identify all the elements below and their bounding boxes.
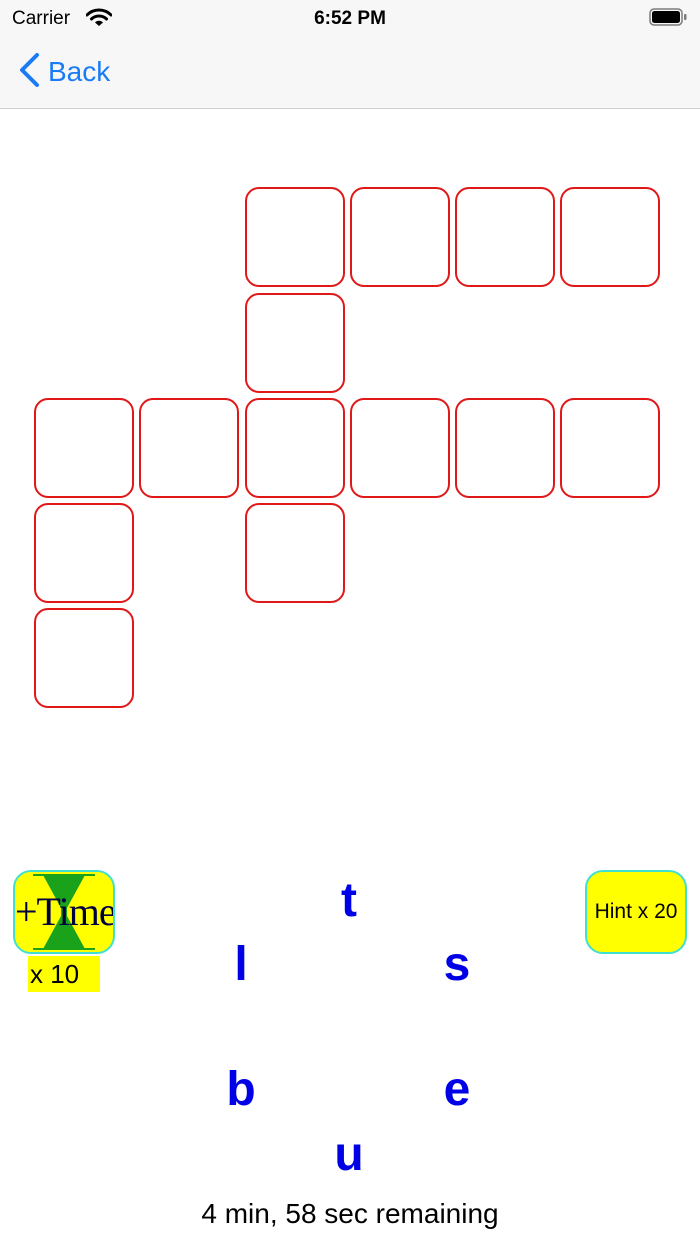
navigation-bar: Back	[0, 36, 700, 109]
back-button[interactable]: Back	[18, 52, 110, 92]
letter-tile[interactable]: l	[211, 935, 271, 995]
board-cell[interactable]	[560, 398, 660, 498]
board-cell[interactable]	[560, 187, 660, 287]
board-cell[interactable]	[350, 398, 450, 498]
battery-icon	[649, 8, 687, 26]
letter-tile[interactable]: u	[319, 1125, 379, 1185]
add-time-label: +Time	[15, 889, 115, 934]
back-label: Back	[48, 56, 111, 87]
board-cell[interactable]	[455, 187, 555, 287]
time-powerup-count: x 10	[28, 956, 100, 992]
chevron-left-icon	[18, 52, 40, 93]
hint-button[interactable]: Hint x 20	[585, 870, 687, 954]
letter-tile[interactable]: s	[427, 935, 487, 995]
board-cell[interactable]	[34, 608, 134, 708]
board-cell[interactable]	[245, 398, 345, 498]
board-cell[interactable]	[34, 398, 134, 498]
board-cell[interactable]	[245, 503, 345, 603]
letter-tile[interactable]: b	[211, 1060, 271, 1120]
board-cell[interactable]	[245, 293, 345, 393]
letter-tile[interactable]: t	[319, 871, 379, 931]
board-cell[interactable]	[34, 503, 134, 603]
board-cell[interactable]	[455, 398, 555, 498]
board-cell[interactable]	[139, 398, 239, 498]
add-time-button[interactable]: +Time	[13, 870, 115, 954]
status-time: 6:52 PM	[314, 8, 386, 29]
time-remaining-label: 4 min, 58 sec remaining	[201, 1198, 499, 1229]
board-cell[interactable]	[245, 187, 345, 287]
board-cell[interactable]	[350, 187, 450, 287]
status-bar: Carrier 6:52 PM	[0, 0, 700, 36]
letter-tile[interactable]: e	[427, 1060, 487, 1120]
